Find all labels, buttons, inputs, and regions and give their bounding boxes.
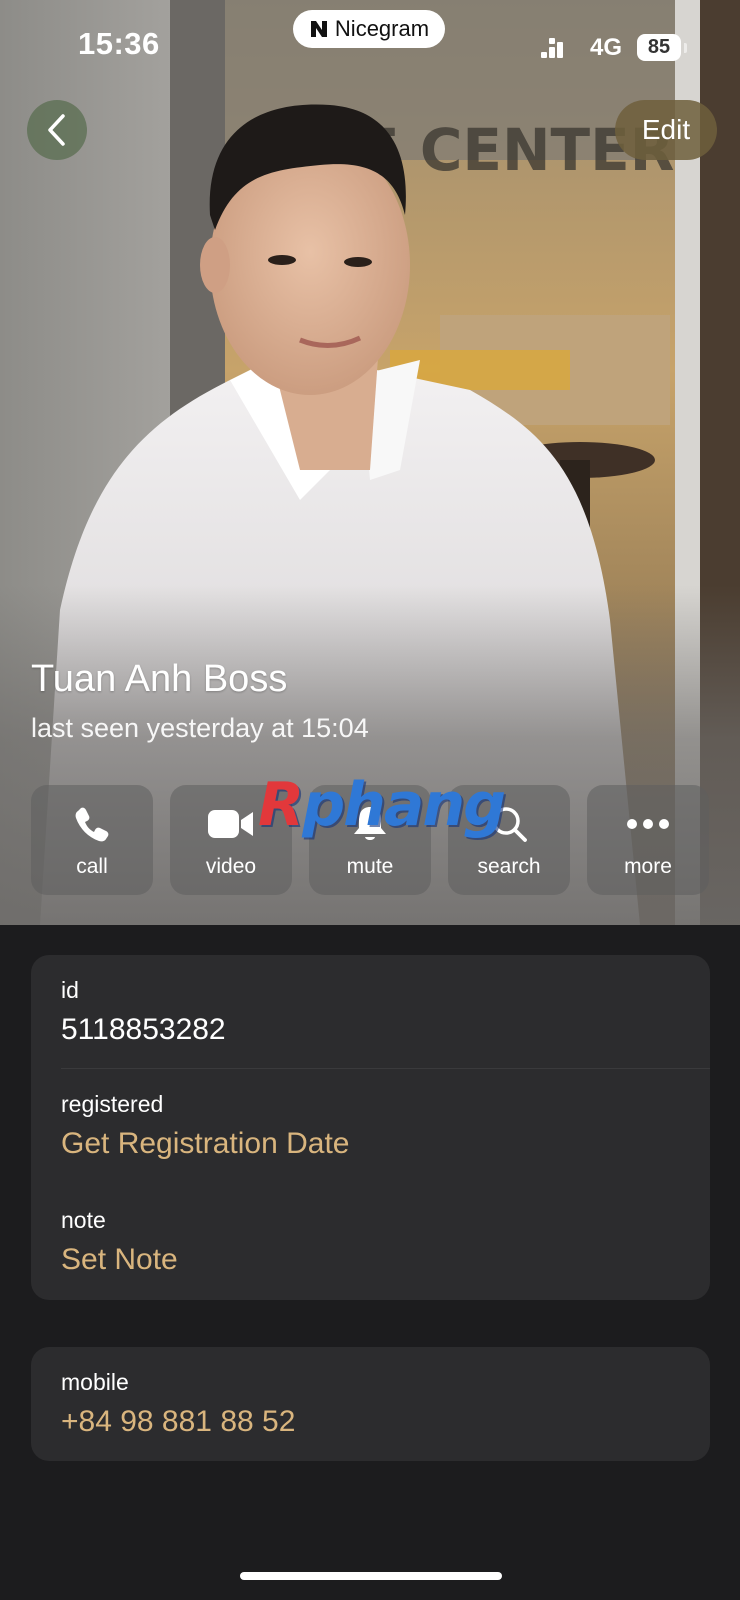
status-time: 15:36 xyxy=(78,26,160,61)
note-caption: note xyxy=(61,1207,106,1233)
mobile-caption: mobile xyxy=(61,1369,129,1395)
info-card: id 5118853282 registered Get Registratio… xyxy=(31,955,710,1300)
bell-icon xyxy=(354,807,386,840)
back-button[interactable] xyxy=(27,100,87,160)
profile-name: Tuan Anh Boss xyxy=(31,658,288,700)
more-button[interactable]: more xyxy=(587,785,709,895)
battery-indicator: 85 xyxy=(637,34,681,61)
mobile-number[interactable]: +84 98 881 88 52 xyxy=(61,1405,295,1439)
battery-tip xyxy=(684,43,687,53)
app-name: Nicegram xyxy=(334,16,430,41)
network-type: 4G xyxy=(590,34,623,61)
more-dots-icon xyxy=(627,819,669,829)
mute-button[interactable]: mute xyxy=(309,785,431,895)
chevron-left-icon xyxy=(48,114,65,146)
nicegram-logo-icon xyxy=(310,21,327,37)
video-label: video xyxy=(205,855,257,878)
registered-row[interactable]: registered Get Registration Date xyxy=(31,1069,710,1184)
call-label: call xyxy=(76,855,108,878)
search-icon xyxy=(492,807,527,842)
last-seen-status: last seen yesterday at 15:04 xyxy=(31,713,369,743)
search-label: search xyxy=(477,855,541,878)
app-indicator-pill: Nicegram xyxy=(293,10,445,48)
id-value: 5118853282 xyxy=(61,1013,226,1046)
id-caption: id xyxy=(61,977,79,1003)
mobile-row[interactable]: mobile +84 98 881 88 52 xyxy=(31,1347,710,1461)
get-registration-date-link[interactable]: Get Registration Date xyxy=(61,1127,349,1161)
id-row[interactable]: id 5118853282 xyxy=(31,955,710,1067)
note-row[interactable]: note Set Note xyxy=(31,1185,710,1300)
battery-level: 85 xyxy=(647,36,671,58)
registered-caption: registered xyxy=(61,1091,164,1117)
call-button[interactable]: call xyxy=(31,785,153,895)
profile-actions: call video mute search more xyxy=(31,785,711,895)
signal-icon xyxy=(541,38,563,58)
edit-button[interactable]: Edit xyxy=(615,100,717,160)
video-button[interactable]: video xyxy=(170,785,292,895)
search-button[interactable]: search xyxy=(448,785,570,895)
home-indicator[interactable] xyxy=(240,1572,502,1580)
contact-card: mobile +84 98 881 88 52 xyxy=(31,1347,710,1461)
mute-label: mute xyxy=(346,855,394,878)
more-label: more xyxy=(624,855,672,878)
set-note-link[interactable]: Set Note xyxy=(61,1243,178,1277)
phone-icon xyxy=(75,807,109,842)
profile-screen: E CENTER 15:36 Nicegram 4G 85 Edit Tuan … xyxy=(0,0,740,1600)
video-camera-icon xyxy=(208,810,253,838)
